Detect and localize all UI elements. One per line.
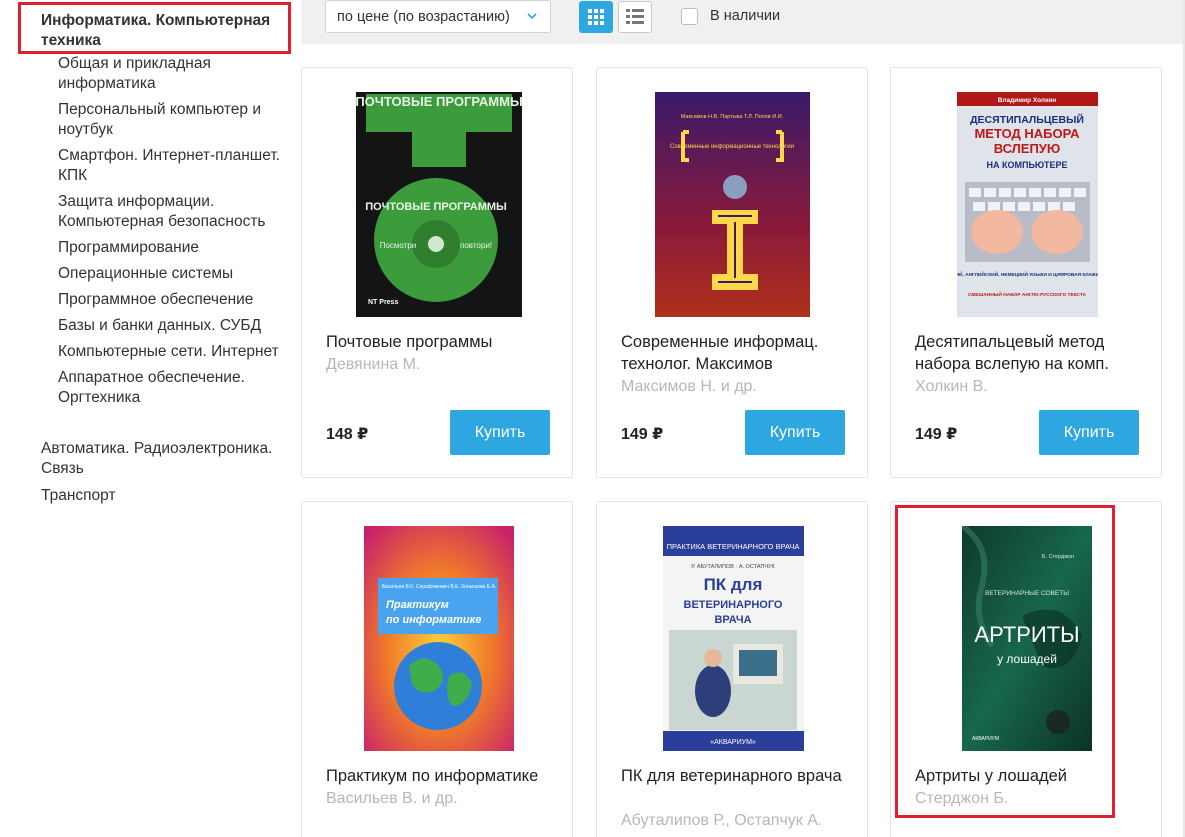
product-card: ПОЧТОВЫЕ ПРОГРАММЫ ПОЧТОВЫЕ ПРОГРАММЫ По… xyxy=(301,67,573,478)
cover-text: по информатике xyxy=(386,614,481,626)
cover-art: Владимир Холкин ДЕСЯТИПАЛЬЦЕВЫЙ МЕТОД НА… xyxy=(957,92,1098,317)
product-card: ПРАКТИКА ВЕТЕРИНАРНОГО ВРАЧА Р. АБУТАЛИП… xyxy=(596,501,868,837)
subcategory-item[interactable]: Персональный компьютер и ноутбук xyxy=(58,100,288,140)
cover-text: у лошадей xyxy=(997,652,1057,666)
subcategory-list: Общая и прикладная информатика Персональ… xyxy=(58,54,288,414)
product-author: Абуталипов Р., Остапчук А. xyxy=(621,812,823,829)
cover-text: ВЕТЕРИНАРНОГО xyxy=(684,599,783,611)
cover-art: ПОЧТОВЫЕ ПРОГРАММЫ ПОЧТОВЫЕ ПРОГРАММЫ По… xyxy=(356,92,522,317)
buy-button[interactable]: Купить xyxy=(1039,410,1139,455)
subcategory-item[interactable]: Компьютерные сети. Интернет xyxy=(58,342,288,362)
catalog-toolbar: по цене (по возрастанию) В наличии xyxy=(301,0,1185,44)
cover-art: Максимов Н.В. Партыка Т.Л. Попов И.И. Со… xyxy=(655,92,810,317)
subcategory-item[interactable]: Базы и банки данных. СУБД xyxy=(58,316,288,336)
cover-text: Посмотри xyxy=(380,241,417,250)
cover-text: ПРАКТИКА ВЕТЕРИНАРНОГО ВРАЧА xyxy=(667,542,800,551)
book-cover[interactable]: Васильев В.К. Серафимович В.Е. Конышева … xyxy=(364,526,514,751)
product-price: 148 ₽ xyxy=(326,426,369,443)
cover-text: АРТРИТЫ xyxy=(974,622,1079,647)
cover-text: Владимир Холкин xyxy=(998,97,1057,104)
product-card: Владимир Холкин ДЕСЯТИПАЛЬЦЕВЫЙ МЕТОД НА… xyxy=(890,67,1162,478)
cover-text: Максимов Н.В. Партыка Т.Л. Попов И.И. xyxy=(681,114,784,120)
product-title[interactable]: Почтовые программы xyxy=(326,331,561,353)
subcategory-item[interactable]: Программное обеспечение xyxy=(58,290,288,310)
cover-art: ПРАКТИКА ВЕТЕРИНАРНОГО ВРАЧА Р. АБУТАЛИП… xyxy=(663,526,804,751)
subcategory-item[interactable]: Защита информации. Компьютерная безопасн… xyxy=(58,192,288,232)
cover-text: Р. АБУТАЛИПОВ · А. ОСТАПЧУК xyxy=(691,564,775,570)
buy-button[interactable]: Купить xyxy=(450,410,550,455)
cover-text: Современные информационные технологии xyxy=(670,144,794,150)
sort-select-value: по цене (по возрастанию) xyxy=(337,9,510,25)
product-price: 149 ₽ xyxy=(621,426,664,443)
product-card: Максимов Н.В. Партыка Т.Л. Попов И.И. Со… xyxy=(596,67,868,478)
cover-text: ПОЧТОВЫЕ ПРОГРАММЫ xyxy=(365,201,507,213)
product-author: Холкин В. xyxy=(915,378,988,395)
cover-text: ВСЛЕПУЮ xyxy=(994,141,1061,156)
book-cover[interactable]: ПОЧТОВЫЕ ПРОГРАММЫ ПОЧТОВЫЕ ПРОГРАММЫ По… xyxy=(356,92,522,317)
in-stock-label: В наличии xyxy=(710,8,781,24)
subcategory-item[interactable]: Общая и прикладная информатика xyxy=(58,54,288,94)
cover-text: ВРАЧА xyxy=(714,614,751,626)
cover-text: НА КОМПЬЮТЕРЕ xyxy=(987,160,1068,170)
cover-text: ПОЧТОВЫЕ ПРОГРАММЫ xyxy=(356,94,522,109)
cover-text: NT Press xyxy=(368,299,398,306)
product-card: Васильев В.К. Серафимович В.Е. Конышева … xyxy=(301,501,573,837)
list-view-button[interactable] xyxy=(618,1,652,33)
category-item[interactable]: Транспорт xyxy=(41,486,291,506)
product-title[interactable]: Артриты у лошадей xyxy=(915,765,1150,787)
book-cover[interactable]: ПРАКТИКА ВЕТЕРИНАРНОГО ВРАЧА Р. АБУТАЛИП… xyxy=(663,526,804,751)
subcategory-item[interactable]: Операционные системы xyxy=(58,264,288,284)
active-category[interactable]: Информатика. Компьютерная техника xyxy=(18,2,291,54)
product-author: Максимов Н. и др. xyxy=(621,378,757,395)
product-title[interactable]: Современные информац. технолог. Максимов xyxy=(621,331,856,375)
cover-text: Б. Стерджон xyxy=(1042,554,1074,560)
book-cover[interactable]: Максимов Н.В. Партыка Т.Л. Попов И.И. Со… xyxy=(655,92,810,317)
cover-text: ПК для xyxy=(704,575,763,594)
cover-text: Васильев В.К. Серафимович В.Е. Конышева … xyxy=(382,584,497,590)
buy-button[interactable]: Купить xyxy=(745,410,845,455)
grid-view-button[interactable] xyxy=(579,1,613,33)
cover-text: ДЕСЯТИПАЛЬЦЕВЫЙ xyxy=(970,113,1084,126)
cover-text: повтори! xyxy=(460,241,492,250)
sort-select[interactable]: по цене (по возрастанию) xyxy=(325,0,551,33)
subcategory-item[interactable]: Программирование xyxy=(58,238,288,258)
product-card: Б. Стерджон ВЕТЕРИНАРНЫЕ СОВЕТЫ АРТРИТЫ … xyxy=(890,501,1162,837)
subcategory-item[interactable]: Аппаратное обеспечение. Оргтехника xyxy=(58,368,288,408)
in-stock-checkbox[interactable] xyxy=(681,8,698,25)
subcategory-item[interactable]: Смартфон. Интернет-планшет. КПК xyxy=(58,146,288,186)
book-cover[interactable]: Владимир Холкин ДЕСЯТИПАЛЬЦЕВЫЙ МЕТОД НА… xyxy=(957,92,1098,317)
cover-art: Васильев В.К. Серафимович В.Е. Конышева … xyxy=(364,526,514,751)
list-icon xyxy=(626,9,644,24)
grid-icon xyxy=(588,9,604,25)
active-category-label: Информатика. Компьютерная техника xyxy=(41,12,271,49)
product-author: Васильев В. и др. xyxy=(326,790,458,807)
cover-text: МЕТОД НАБОРА xyxy=(974,126,1080,141)
cover-text: ВЕТЕРИНАРНЫЕ СОВЕТЫ xyxy=(985,590,1069,597)
product-author: Стерджон Б. xyxy=(915,790,1009,807)
product-title[interactable]: Практикум по информатике xyxy=(326,765,561,787)
category-sidebar: Информатика. Компьютерная техника Общая … xyxy=(0,0,300,837)
cover-text: Практикум xyxy=(386,599,449,611)
category-list: Автоматика. Радиоэлектроника. Связь Тран… xyxy=(41,439,291,513)
product-title[interactable]: ПК для ветеринарного врача xyxy=(621,765,856,787)
cover-text: АКВАРИУМ xyxy=(972,736,999,742)
product-price: 149 ₽ xyxy=(915,426,958,443)
cover-art: Б. Стерджон ВЕТЕРИНАРНЫЕ СОВЕТЫ АРТРИТЫ … xyxy=(962,526,1092,751)
book-cover[interactable]: Б. Стерджон ВЕТЕРИНАРНЫЕ СОВЕТЫ АРТРИТЫ … xyxy=(962,526,1092,751)
category-item[interactable]: Автоматика. Радиоэлектроника. Связь xyxy=(41,439,291,479)
chevron-down-icon xyxy=(527,13,537,20)
product-title[interactable]: Десятипальцевый метод набора вслепую на … xyxy=(915,331,1150,375)
cover-text: «АКВАРИУМ» xyxy=(710,739,756,746)
product-author: Девянина М. xyxy=(326,356,421,373)
